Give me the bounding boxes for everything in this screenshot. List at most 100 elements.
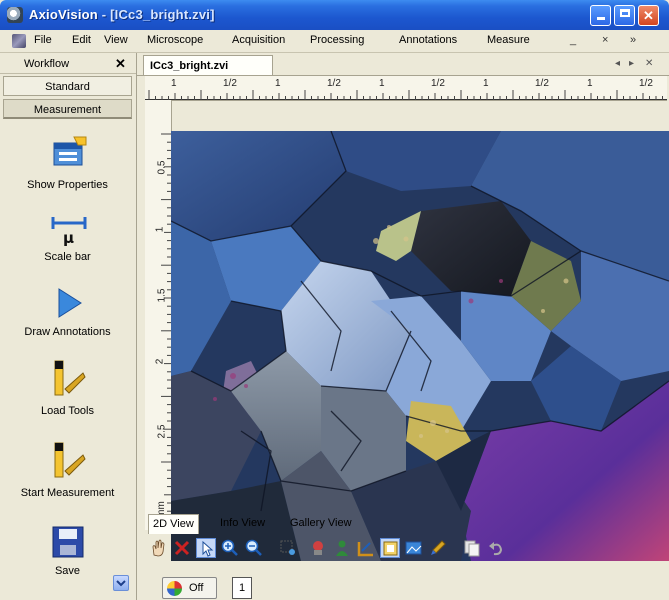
hand-pan-icon bbox=[152, 539, 165, 557]
ruler-h-label: 1/2 bbox=[639, 78, 653, 89]
window-title: AxioVision - [ICc3_bright.zvi] bbox=[29, 7, 215, 22]
zoom-in-icon bbox=[221, 539, 238, 556]
menu-edit[interactable]: Edit bbox=[72, 34, 91, 46]
workflow-scroll-down-button[interactable] bbox=[113, 575, 129, 591]
person-button[interactable] bbox=[332, 538, 352, 558]
hand-pan-button[interactable] bbox=[148, 538, 168, 558]
workflow-item-label: Start Measurement bbox=[20, 487, 115, 499]
workflow-title: Workflow bbox=[24, 58, 70, 70]
ruler-v-label: 1 bbox=[154, 226, 166, 233]
floppy-disk-icon bbox=[52, 526, 84, 558]
menu-annotations[interactable]: Annotations bbox=[399, 34, 457, 46]
properties-icon bbox=[53, 136, 87, 166]
mdi-minimize-button[interactable]: _ bbox=[570, 34, 576, 46]
workflow-item-load-tools[interactable]: Load Tools bbox=[3, 359, 132, 429]
undo-button[interactable] bbox=[486, 538, 506, 558]
document-tab[interactable]: ICc3_bright.zvi bbox=[143, 55, 273, 75]
live-toggle-label: Off bbox=[189, 582, 204, 594]
document-system-menu-icon[interactable] bbox=[12, 34, 26, 48]
workflow-item-label: Show Properties bbox=[27, 179, 108, 191]
pointer-select-icon bbox=[202, 540, 214, 557]
delete-button[interactable] bbox=[172, 538, 192, 558]
workflow-header: Workflow ✕ bbox=[0, 55, 136, 74]
image-toolbar bbox=[146, 538, 669, 562]
ruler-h-label: 1/2 bbox=[535, 78, 549, 89]
scale-bar-icon: μ bbox=[51, 217, 87, 247]
menu-bar: File Edit View Microscope Acquisition Pr… bbox=[0, 30, 669, 53]
menu-measure[interactable]: Measure bbox=[487, 34, 530, 46]
workflow-item-start-measurement[interactable]: Start Measurement bbox=[3, 441, 132, 511]
zoom-out-icon bbox=[245, 539, 262, 556]
ruler-v-label: 1.5 bbox=[156, 288, 168, 303]
workflow-item-scale-bar[interactable]: μ Scale bar bbox=[3, 211, 132, 281]
ruler-h-label: 1 bbox=[275, 78, 281, 89]
tab-scroll-left-icon[interactable]: ◂ bbox=[615, 58, 620, 69]
pointer-select-button[interactable] bbox=[196, 538, 216, 558]
scale-icon bbox=[357, 542, 373, 557]
close-icon: ✕ bbox=[643, 8, 654, 23]
cross-delete-icon bbox=[174, 540, 190, 556]
workflow-item-show-properties[interactable]: Show Properties bbox=[3, 133, 132, 203]
mdi-close-button[interactable]: × bbox=[602, 34, 608, 46]
copy-button[interactable] bbox=[462, 538, 482, 558]
tab-close-icon[interactable]: ✕ bbox=[645, 58, 653, 69]
live-toggle-button[interactable]: Off bbox=[162, 577, 217, 599]
workflow-tab-measurement[interactable]: Measurement bbox=[3, 99, 132, 119]
menu-overflow-chevron[interactable]: » bbox=[630, 34, 636, 46]
tab-gallery-view[interactable]: Gallery View bbox=[286, 514, 356, 533]
menu-view[interactable]: View bbox=[104, 34, 128, 46]
app-window: AxioVision - [ICc3_bright.zvi] ✕ File Ed… bbox=[0, 0, 669, 600]
region-select-button[interactable] bbox=[278, 538, 298, 558]
ruler-h-label: 1 bbox=[483, 78, 489, 89]
stamp-button[interactable] bbox=[308, 538, 328, 558]
start-measurement-icon bbox=[54, 442, 86, 478]
minimize-button[interactable] bbox=[590, 5, 611, 26]
person-icon bbox=[336, 540, 348, 556]
live-status-row: Off 1 bbox=[146, 572, 669, 600]
workflow-tab-standard[interactable]: Standard bbox=[3, 76, 132, 96]
menu-file[interactable]: File bbox=[34, 34, 52, 46]
workflow-item-label: Scale bar bbox=[44, 251, 91, 263]
ruler-v-label: 2 bbox=[154, 358, 166, 365]
frame-selected-icon bbox=[383, 541, 398, 556]
ruler-h-label: 1 bbox=[587, 78, 593, 89]
document-title: [ICc3_bright.zvi] bbox=[110, 7, 215, 22]
thin-section-micrograph bbox=[171, 131, 669, 561]
workflow-panel: Workflow ✕ Standard Measurement Show Pro… bbox=[0, 53, 137, 600]
ruler-v-label: 0.5 bbox=[156, 160, 168, 175]
brush-button[interactable] bbox=[428, 538, 448, 558]
menu-microscope[interactable]: Microscope bbox=[147, 34, 203, 46]
tab-scroll-right-icon[interactable]: ▸ bbox=[629, 58, 634, 69]
image-button[interactable] bbox=[404, 538, 424, 558]
frame-button[interactable] bbox=[380, 538, 400, 558]
workflow-close-button[interactable]: ✕ bbox=[115, 56, 126, 72]
zoom-in-button[interactable] bbox=[220, 538, 240, 558]
title-separator: - bbox=[97, 7, 111, 22]
workflow-item-label: Draw Annotations bbox=[24, 326, 111, 338]
ruler-h-label: 1 bbox=[171, 78, 177, 89]
title-bar[interactable]: AxioVision - [ICc3_bright.zvi] ✕ bbox=[0, 0, 669, 30]
channel-number-field[interactable]: 1 bbox=[232, 577, 252, 599]
tab-info-view[interactable]: Info View bbox=[216, 514, 269, 533]
menu-processing[interactable]: Processing bbox=[310, 34, 364, 46]
zoom-out-button[interactable] bbox=[244, 538, 264, 558]
ruler-h-label: 1/2 bbox=[223, 78, 237, 89]
live-status-icon bbox=[167, 581, 182, 596]
tab-2d-view[interactable]: 2D View bbox=[148, 514, 199, 534]
menu-acquisition[interactable]: Acquisition bbox=[232, 34, 285, 46]
close-window-button[interactable]: ✕ bbox=[638, 5, 659, 26]
app-name: AxioVision bbox=[29, 7, 98, 22]
image-icon bbox=[405, 541, 422, 555]
scale-button[interactable] bbox=[356, 538, 376, 558]
workflow-item-list: Show Properties μ Scale bar Draw Annotat… bbox=[3, 123, 132, 600]
maximize-button[interactable] bbox=[614, 5, 635, 26]
workflow-item-draw-annotations[interactable]: Draw Annotations bbox=[3, 283, 132, 353]
svg-text:μ: μ bbox=[63, 229, 74, 247]
axiovision-app-icon[interactable] bbox=[7, 7, 23, 23]
horizontal-ruler: 1 1/2 1 1/2 1 1/2 1 1/2 1 1/2 bbox=[145, 76, 667, 101]
maximize-icon bbox=[619, 9, 630, 17]
ruler-h-label: 1 bbox=[379, 78, 385, 89]
document-tab-label: ICc3_bright.zvi bbox=[150, 60, 229, 72]
microscope-image-canvas[interactable] bbox=[171, 131, 669, 561]
region-icon bbox=[280, 540, 295, 555]
